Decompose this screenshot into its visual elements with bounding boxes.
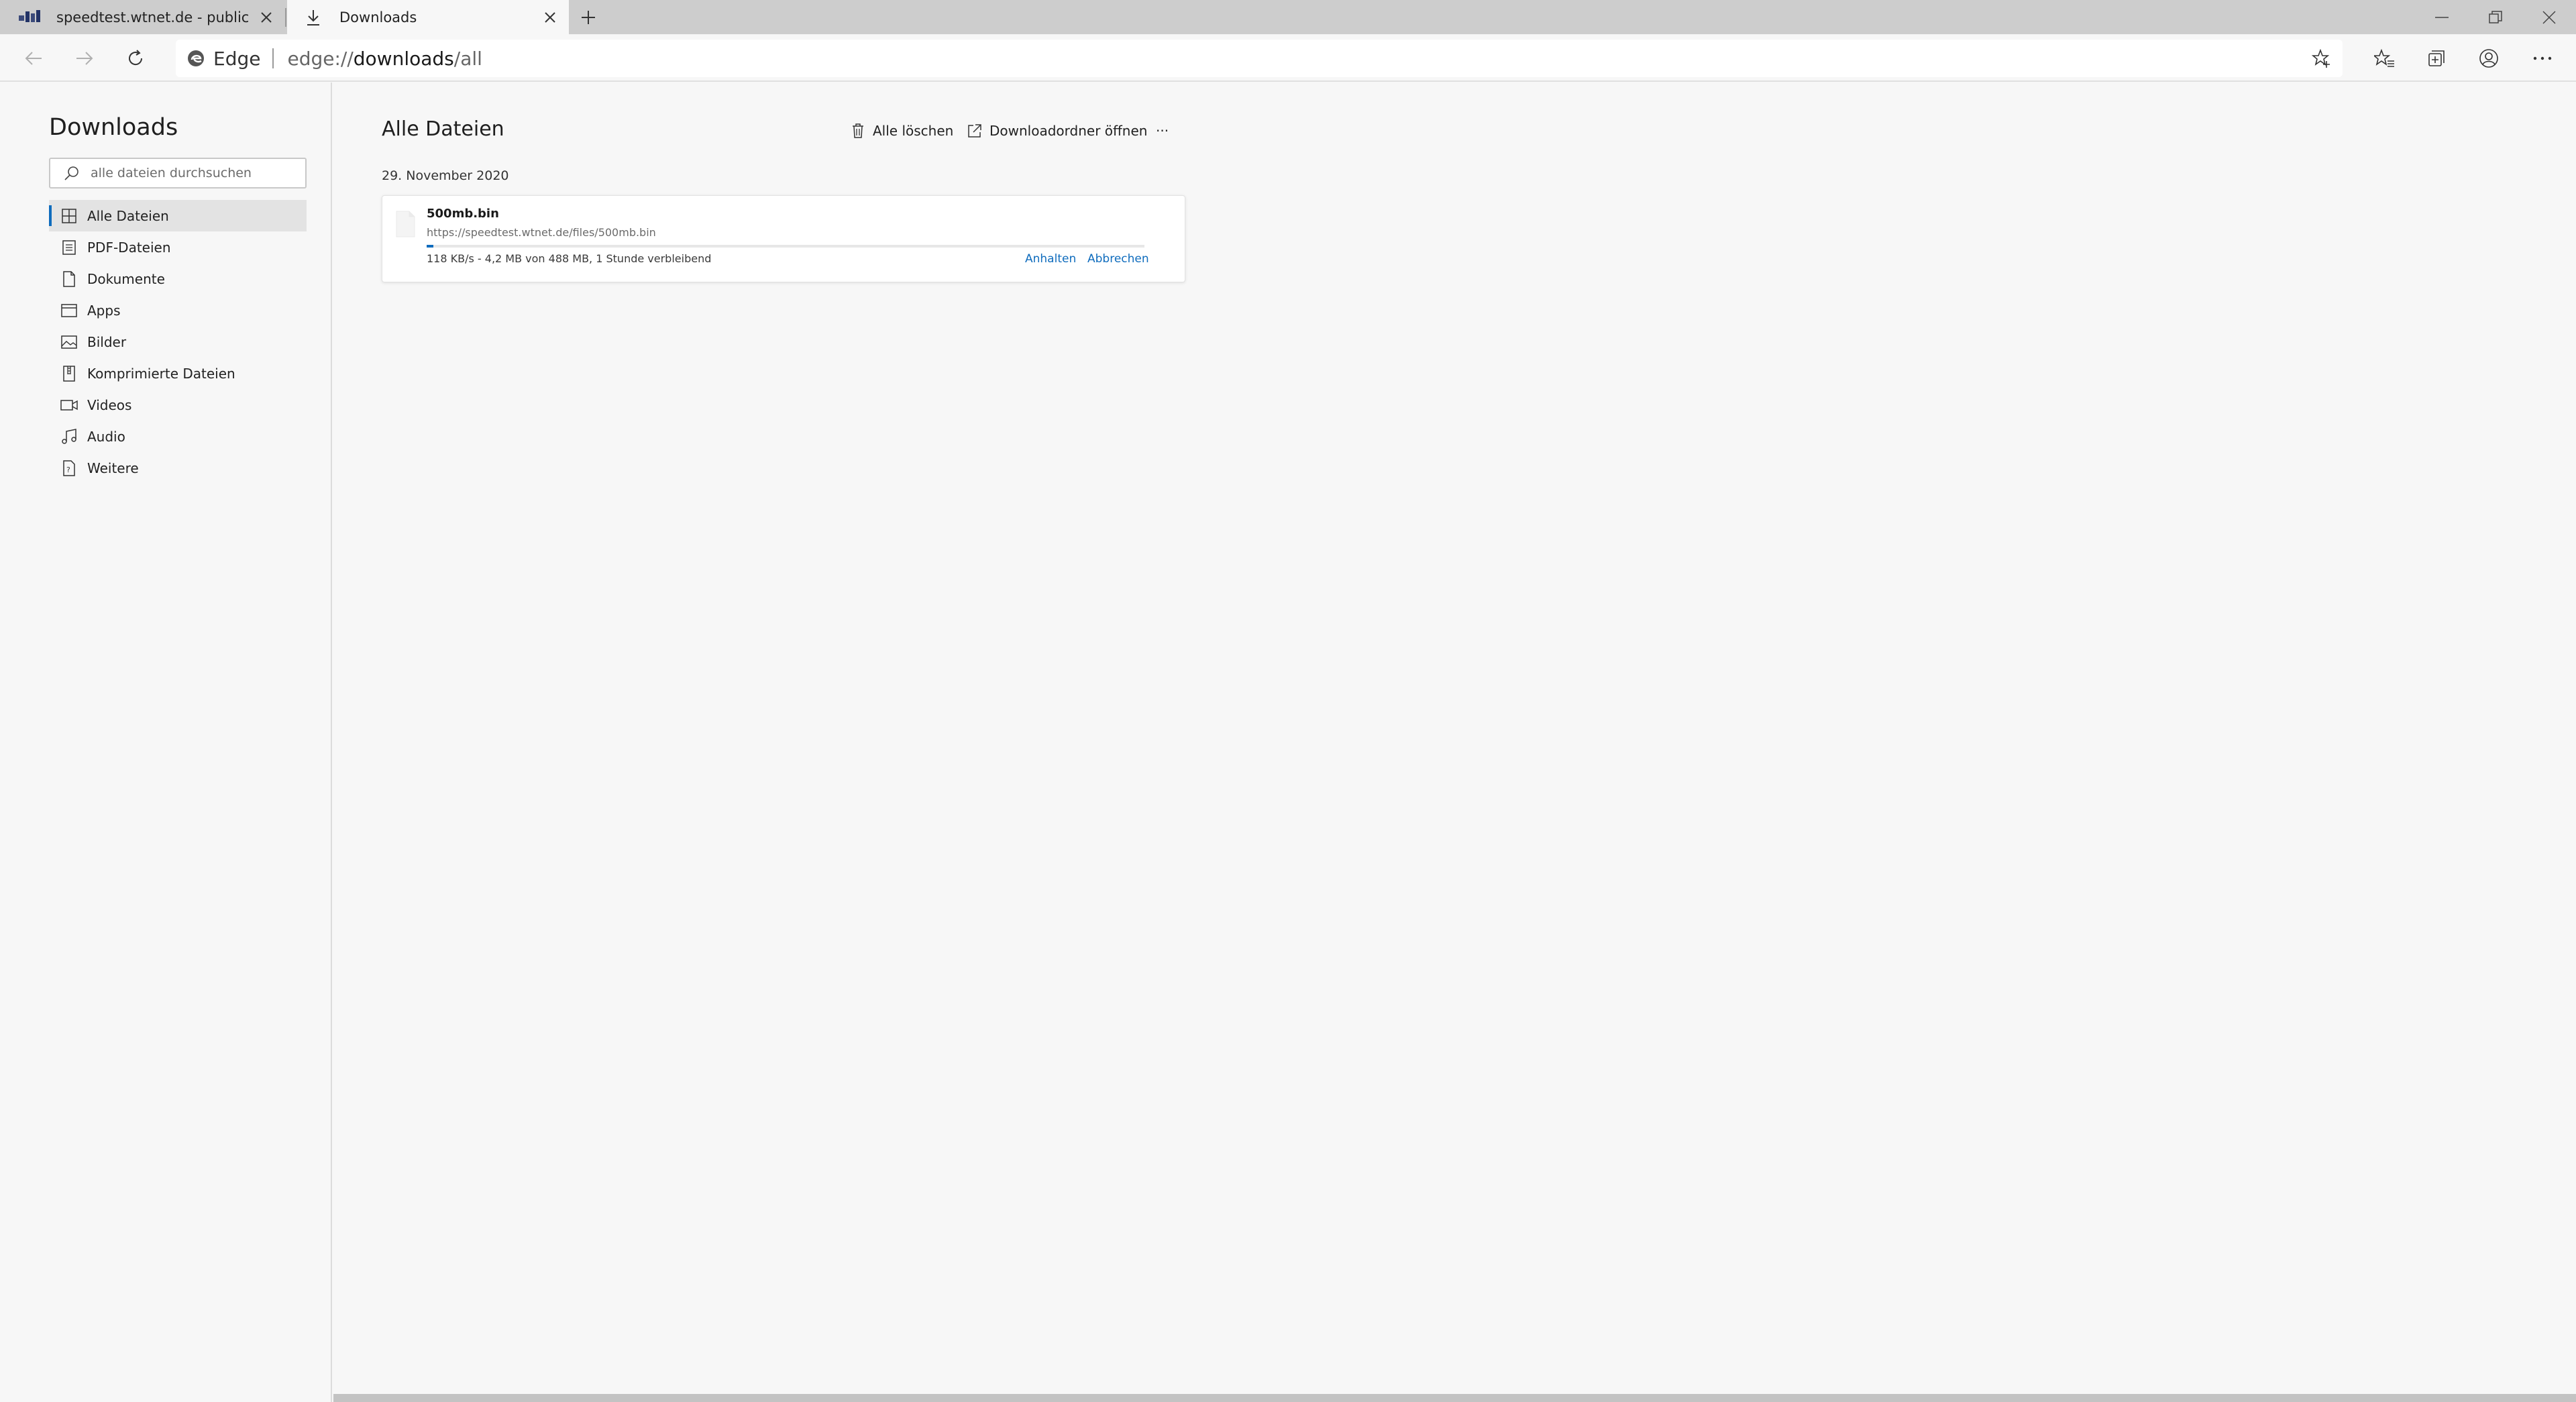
open-external-icon [965, 121, 984, 140]
tab-separator [285, 8, 286, 27]
audio-icon [59, 427, 79, 447]
restore-button[interactable] [2469, 0, 2522, 34]
zip-icon [59, 364, 79, 384]
sidebar-item-audio[interactable]: Audio [49, 421, 307, 452]
favorites-icon[interactable] [2368, 42, 2400, 74]
url-host: downloads [353, 47, 454, 70]
download-source-url: https://speedtest.wtnet.de/files/500mb.b… [427, 226, 656, 239]
close-tab-icon[interactable] [253, 4, 280, 31]
download-status: 118 KB/s - 4,2 MB von 488 MB, 1 Stunde v… [427, 252, 712, 265]
sidebar-item-label: Weitere [87, 460, 139, 476]
download-item[interactable]: 500mb.bin https://speedtest.wtnet.de/fil… [382, 195, 1185, 282]
edge-brand-label: Edge [213, 47, 261, 70]
sidebar-item-label: Videos [87, 396, 132, 413]
url-text[interactable]: edge://downloads/all [287, 48, 482, 70]
new-tab-button[interactable] [574, 3, 602, 32]
tab-title: speedtest.wtnet.de - public iPerf [56, 9, 253, 25]
tab-strip: speedtest.wtnet.de - public iPerf Downlo… [0, 0, 2576, 34]
more-options-icon: ··· [1156, 123, 1169, 139]
sidebar-item-weitere[interactable]: ? Weitere [49, 452, 307, 484]
profile-icon[interactable] [2473, 42, 2505, 74]
browser-toolbar: Edge edge://downloads/all [0, 34, 2576, 82]
category-list: Alle Dateien PDF-Dateien Dokumente Apps … [49, 200, 307, 484]
forward-button[interactable] [68, 42, 101, 74]
refresh-button[interactable] [119, 42, 152, 74]
back-button[interactable] [17, 42, 50, 74]
open-folder-label: Downloadordner öffnen [989, 123, 1148, 139]
document-icon [59, 269, 79, 289]
page-title: Alle Dateien [382, 117, 504, 141]
video-icon [59, 395, 79, 415]
horizontal-scrollbar[interactable] [333, 1394, 2576, 1402]
other-file-icon: ? [59, 458, 79, 478]
date-group-header: 29. November 2020 [382, 168, 509, 183]
tab-downloads[interactable]: Downloads [287, 0, 569, 34]
svg-text:?: ? [66, 466, 70, 474]
download-filename[interactable]: 500mb.bin [427, 207, 499, 221]
speedtest-favicon-icon [19, 9, 42, 26]
downloads-main: Alle Dateien Alle löschen Downloadordner… [333, 83, 2576, 1402]
sidebar-item-pdf-dateien[interactable]: PDF-Dateien [49, 231, 307, 263]
sidebar-item-label: PDF-Dateien [87, 239, 171, 256]
clear-all-label: Alle löschen [873, 123, 954, 139]
close-tab-icon[interactable] [537, 4, 564, 31]
more-options-button[interactable]: ··· [1156, 120, 1169, 142]
settings-more-icon[interactable] [2526, 42, 2559, 74]
sidebar-item-label: Alle Dateien [87, 207, 169, 224]
tab-speedtest[interactable]: speedtest.wtnet.de - public iPerf [0, 0, 285, 34]
sidebar-item-label: Audio [87, 428, 125, 445]
minimize-button[interactable] [2415, 0, 2469, 34]
address-bar[interactable]: Edge edge://downloads/all [176, 40, 2343, 77]
close-window-button[interactable] [2522, 0, 2576, 34]
sidebar-item-label: Komprimierte Dateien [87, 365, 235, 382]
search-icon [58, 160, 85, 186]
edge-logo-icon [185, 48, 207, 69]
open-download-folder-button[interactable]: Downloadordner öffnen [965, 120, 1147, 142]
sidebar-item-bilder[interactable]: Bilder [49, 326, 307, 358]
downloads-sidebar: Downloads Alle Dateien PDF-Dateien Dokum… [0, 83, 332, 1402]
search-input[interactable] [91, 166, 305, 180]
sidebar-item-label: Dokumente [87, 270, 165, 287]
sidebar-item-alle-dateien[interactable]: Alle Dateien [49, 200, 307, 231]
url-path: /all [453, 47, 482, 70]
sidebar-item-apps[interactable]: Apps [49, 294, 307, 326]
sidebar-title: Downloads [49, 114, 178, 141]
sidebar-item-label: Apps [87, 302, 121, 319]
grid-icon [59, 206, 79, 226]
app-icon [59, 301, 79, 321]
sidebar-item-dokumente[interactable]: Dokumente [49, 263, 307, 294]
clear-all-button[interactable]: Alle löschen [849, 120, 953, 142]
download-icon [302, 9, 325, 26]
url-prefix: edge:// [287, 47, 354, 70]
search-box[interactable] [49, 158, 307, 188]
file-icon [396, 211, 415, 237]
add-favorite-icon[interactable] [2308, 45, 2334, 72]
address-separator [272, 48, 274, 68]
pause-button[interactable]: Anhalten [1025, 252, 1076, 266]
collections-icon[interactable] [2420, 42, 2453, 74]
trash-icon [849, 121, 867, 140]
sidebar-item-videos[interactable]: Videos [49, 389, 307, 421]
image-icon [59, 332, 79, 352]
sidebar-item-komprimierte-dateien[interactable]: Komprimierte Dateien [49, 358, 307, 389]
download-progress-bar [427, 245, 1144, 248]
sidebar-item-label: Bilder [87, 333, 127, 350]
cancel-button[interactable]: Abbrechen [1087, 252, 1149, 266]
tab-title: Downloads [339, 9, 417, 25]
pdf-icon [59, 237, 79, 258]
download-progress-fill [427, 245, 433, 248]
